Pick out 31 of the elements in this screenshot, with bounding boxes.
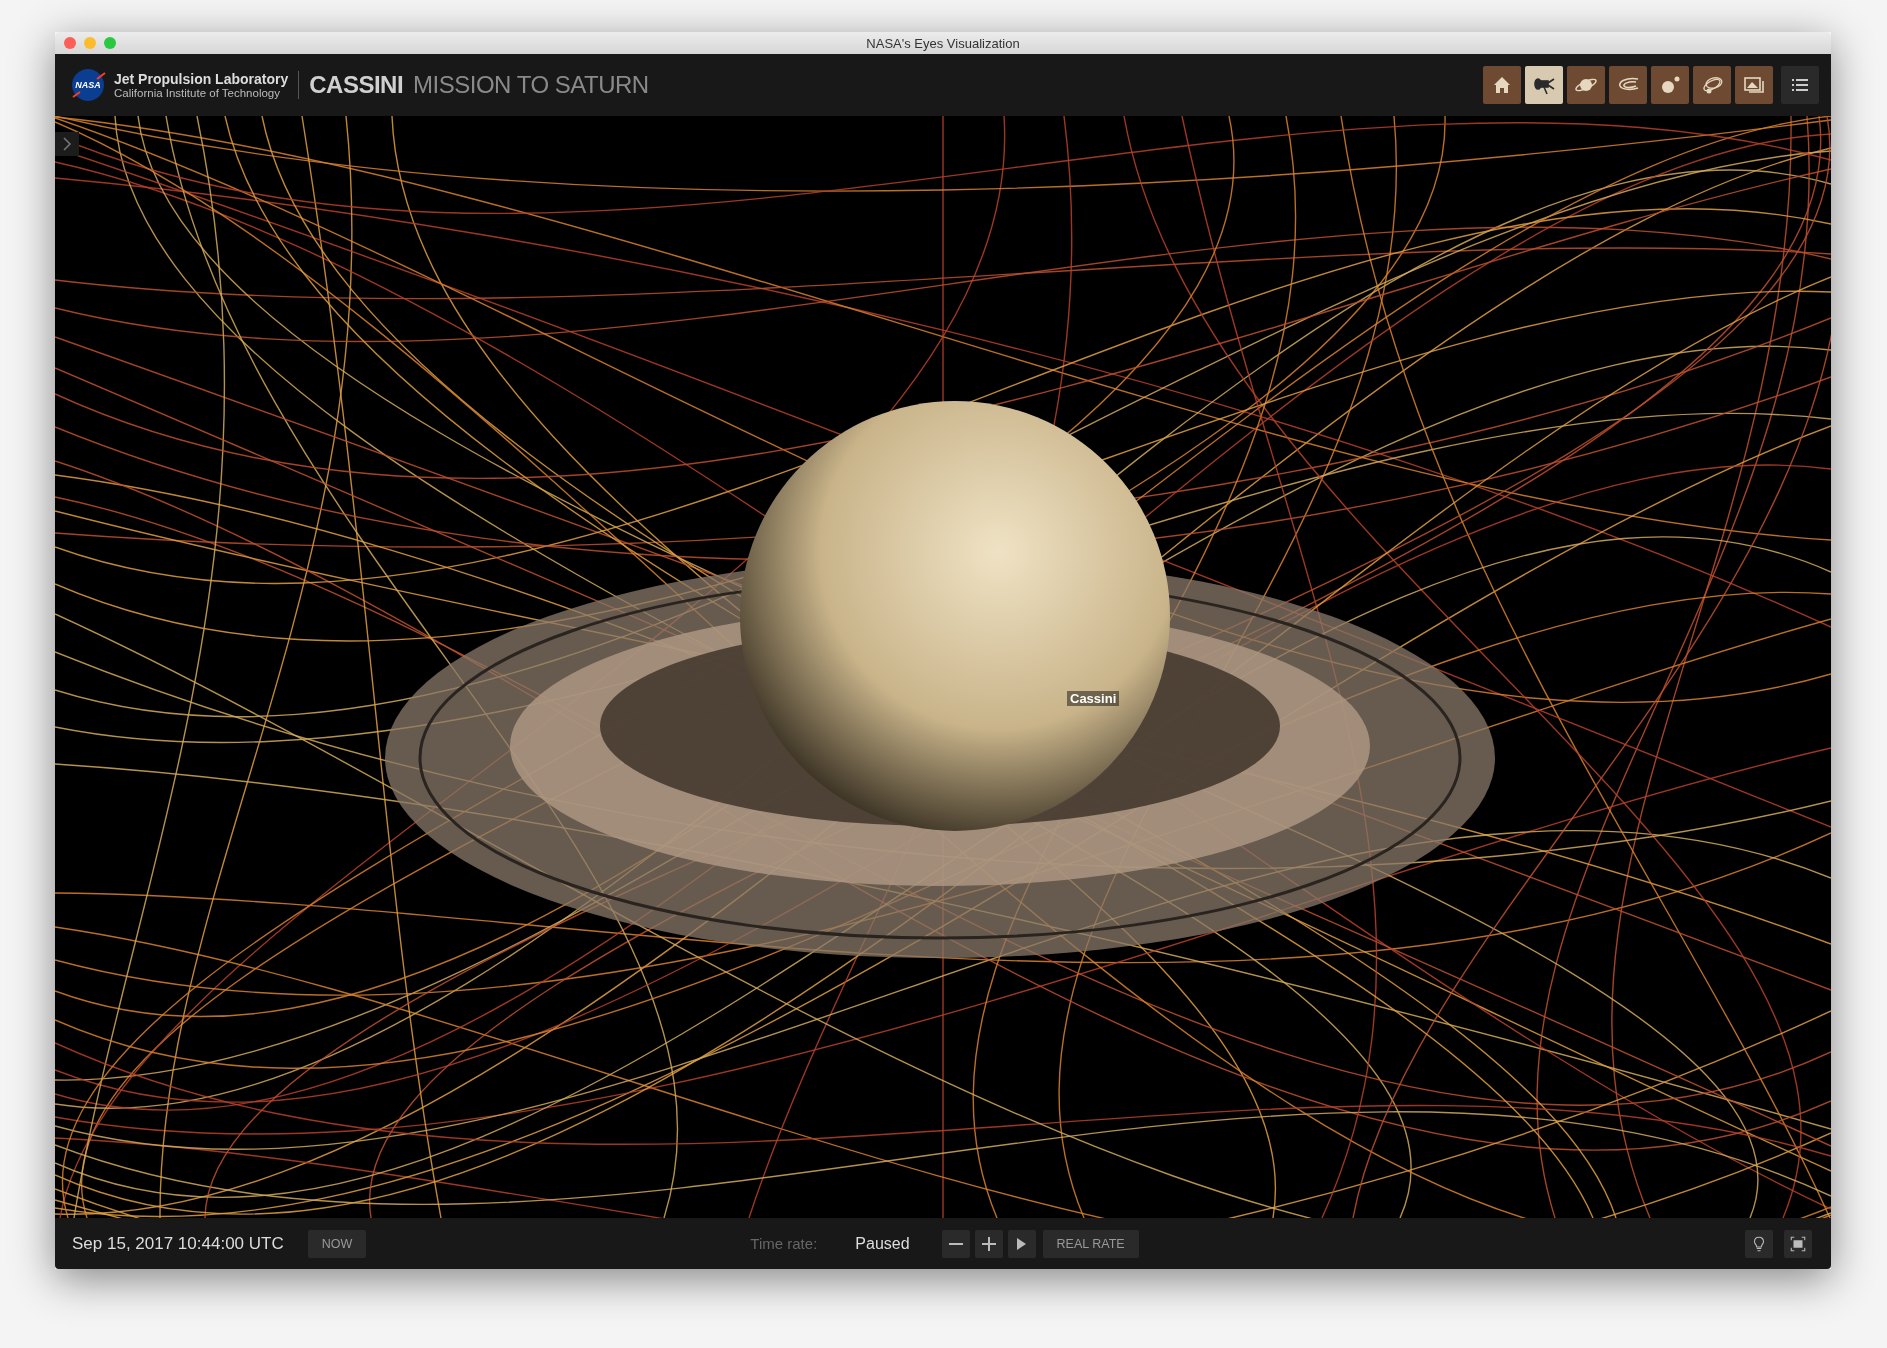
chevron-right-icon: [62, 137, 72, 151]
org-subtitle: California Institute of Technology: [114, 87, 281, 99]
org-name: Jet Propulsion Laboratory: [114, 71, 289, 87]
mission-subtitle: MISSION TO SATURN: [413, 71, 649, 99]
plus-icon: [981, 1236, 996, 1251]
now-button[interactable]: NOW: [307, 1229, 367, 1258]
minus-icon: [948, 1242, 963, 1245]
home-view-button[interactable]: [1483, 66, 1521, 104]
menu-button[interactable]: [1781, 66, 1819, 104]
mission-title: CASSINI: [309, 71, 404, 99]
time-rate-label: Time rate:: [750, 1235, 818, 1252]
spacecraft-view-button[interactable]: [1525, 66, 1563, 104]
plus-button[interactable]: [974, 1229, 1003, 1258]
rings-view-button[interactable]: [1609, 66, 1647, 104]
moons-view-button[interactable]: [1651, 66, 1689, 104]
lightbulb-button[interactable]: [1745, 1229, 1773, 1258]
time-rate-value: Paused: [855, 1234, 910, 1253]
window-title: NASA's Eyes Visualization: [865, 35, 1021, 51]
agency-logo: NASA: [70, 67, 106, 103]
real-rate-button[interactable]: REAL RATE: [1042, 1229, 1139, 1258]
play-icon: [1017, 1237, 1027, 1250]
minus-button[interactable]: [941, 1229, 970, 1258]
spacecraft-label: Cassini: [1067, 691, 1120, 706]
fullscreen-icon: [1789, 1234, 1807, 1253]
date-time: Sep 15, 2017 10:44:00 UTC: [72, 1233, 284, 1254]
planet-view-button[interactable]: [1567, 66, 1605, 104]
sidebar-toggle-button[interactable]: [55, 132, 79, 156]
orbits-view-button[interactable]: [1693, 66, 1731, 104]
fullscreen-button[interactable]: [1784, 1229, 1812, 1258]
gallery-view-button[interactable]: [1735, 66, 1773, 104]
play-button[interactable]: [1007, 1229, 1036, 1258]
